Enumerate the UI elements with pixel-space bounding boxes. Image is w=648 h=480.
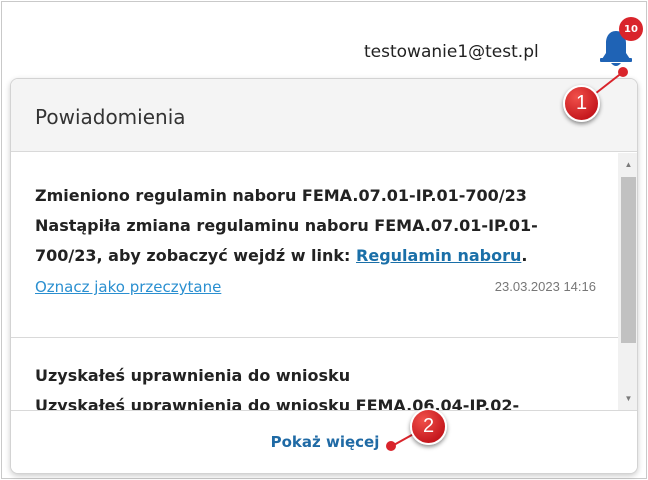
- scroll-up-arrow-icon[interactable]: ▲: [618, 155, 637, 173]
- scrollbar[interactable]: ▲ ▼: [618, 153, 637, 410]
- scroll-thumb[interactable]: [621, 177, 636, 343]
- notification-text: Uzyskałeś uprawnienia do wniosku Uzyskał…: [35, 361, 595, 410]
- show-more-button[interactable]: Pokaż więcej: [11, 433, 637, 451]
- panel-footer: Pokaż więcej: [11, 410, 637, 473]
- mark-as-read-link[interactable]: Oznacz jako przeczytane: [35, 278, 221, 296]
- notification-item: Zmieniono regulamin naboru FEMA.07.01-IP…: [11, 153, 618, 338]
- notifications-panel: Powiadomienia Zmieniono regulamin naboru…: [10, 78, 638, 474]
- notification-count-badge: 10: [619, 17, 643, 41]
- notification-list: Zmieniono regulamin naboru FEMA.07.01-IP…: [11, 153, 618, 410]
- callout-anchor-dot: [386, 441, 396, 451]
- scroll-down-arrow-icon[interactable]: ▼: [618, 389, 637, 407]
- notification-title: Uzyskałeś uprawnienia do wniosku: [35, 366, 351, 385]
- notification-body: Uzyskałeś uprawnienia do wniosku FEMA.06…: [35, 396, 520, 410]
- regulamin-link[interactable]: Regulamin naboru: [356, 246, 521, 265]
- panel-title: Powiadomienia: [35, 105, 186, 129]
- notification-title: Zmieniono regulamin naboru FEMA.07.01-IP…: [35, 186, 527, 205]
- user-email[interactable]: testowanie1@test.pl: [364, 42, 539, 62]
- notification-date: 23.03.2023 14:16: [494, 279, 596, 294]
- notification-text: Zmieniono regulamin naboru FEMA.07.01-IP…: [35, 181, 595, 271]
- callout-anchor-dot: [618, 67, 628, 77]
- callout-marker-1: 1: [563, 85, 600, 122]
- callout-marker-2: 2: [410, 408, 447, 445]
- panel-header: Powiadomienia: [11, 79, 637, 152]
- notification-item: Uzyskałeś uprawnienia do wniosku Uzyskał…: [11, 339, 618, 410]
- notification-trailing: .: [521, 246, 528, 265]
